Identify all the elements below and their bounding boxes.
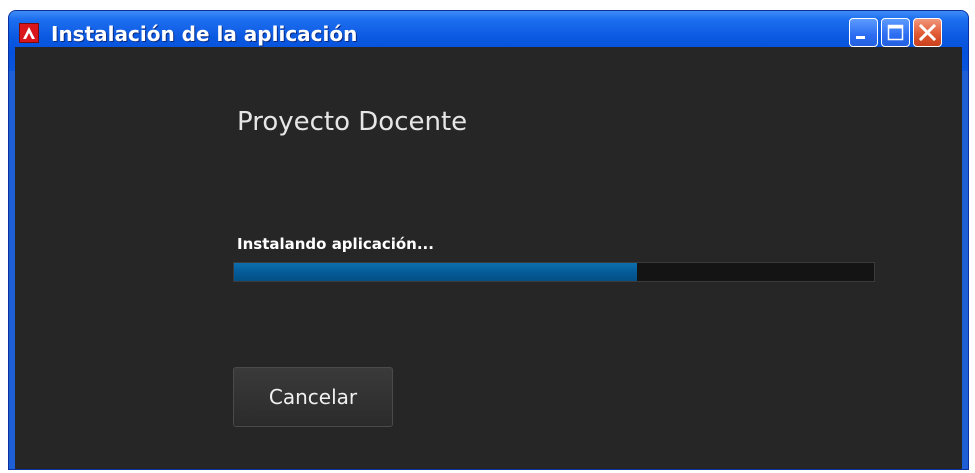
maximize-button[interactable] [881, 18, 910, 47]
close-icon [918, 23, 937, 42]
install-progress-bar [233, 262, 875, 282]
minimize-button[interactable] [849, 18, 878, 47]
window-title: Instalación de la aplicación [51, 22, 358, 46]
installer-window: Instalación de la aplicación Proyecto Do… [8, 10, 969, 470]
close-button[interactable] [913, 18, 942, 47]
install-progress-fill [234, 263, 638, 281]
adobe-air-icon [19, 23, 39, 43]
application-name: Proyecto Docente [237, 107, 468, 137]
install-status-text: Instalando aplicación... [237, 235, 434, 253]
minimize-icon [856, 36, 865, 39]
maximize-icon [887, 24, 904, 41]
installer-content: Proyecto Docente Instalando aplicación..… [15, 47, 962, 469]
cancel-button[interactable]: Cancelar [233, 367, 393, 427]
